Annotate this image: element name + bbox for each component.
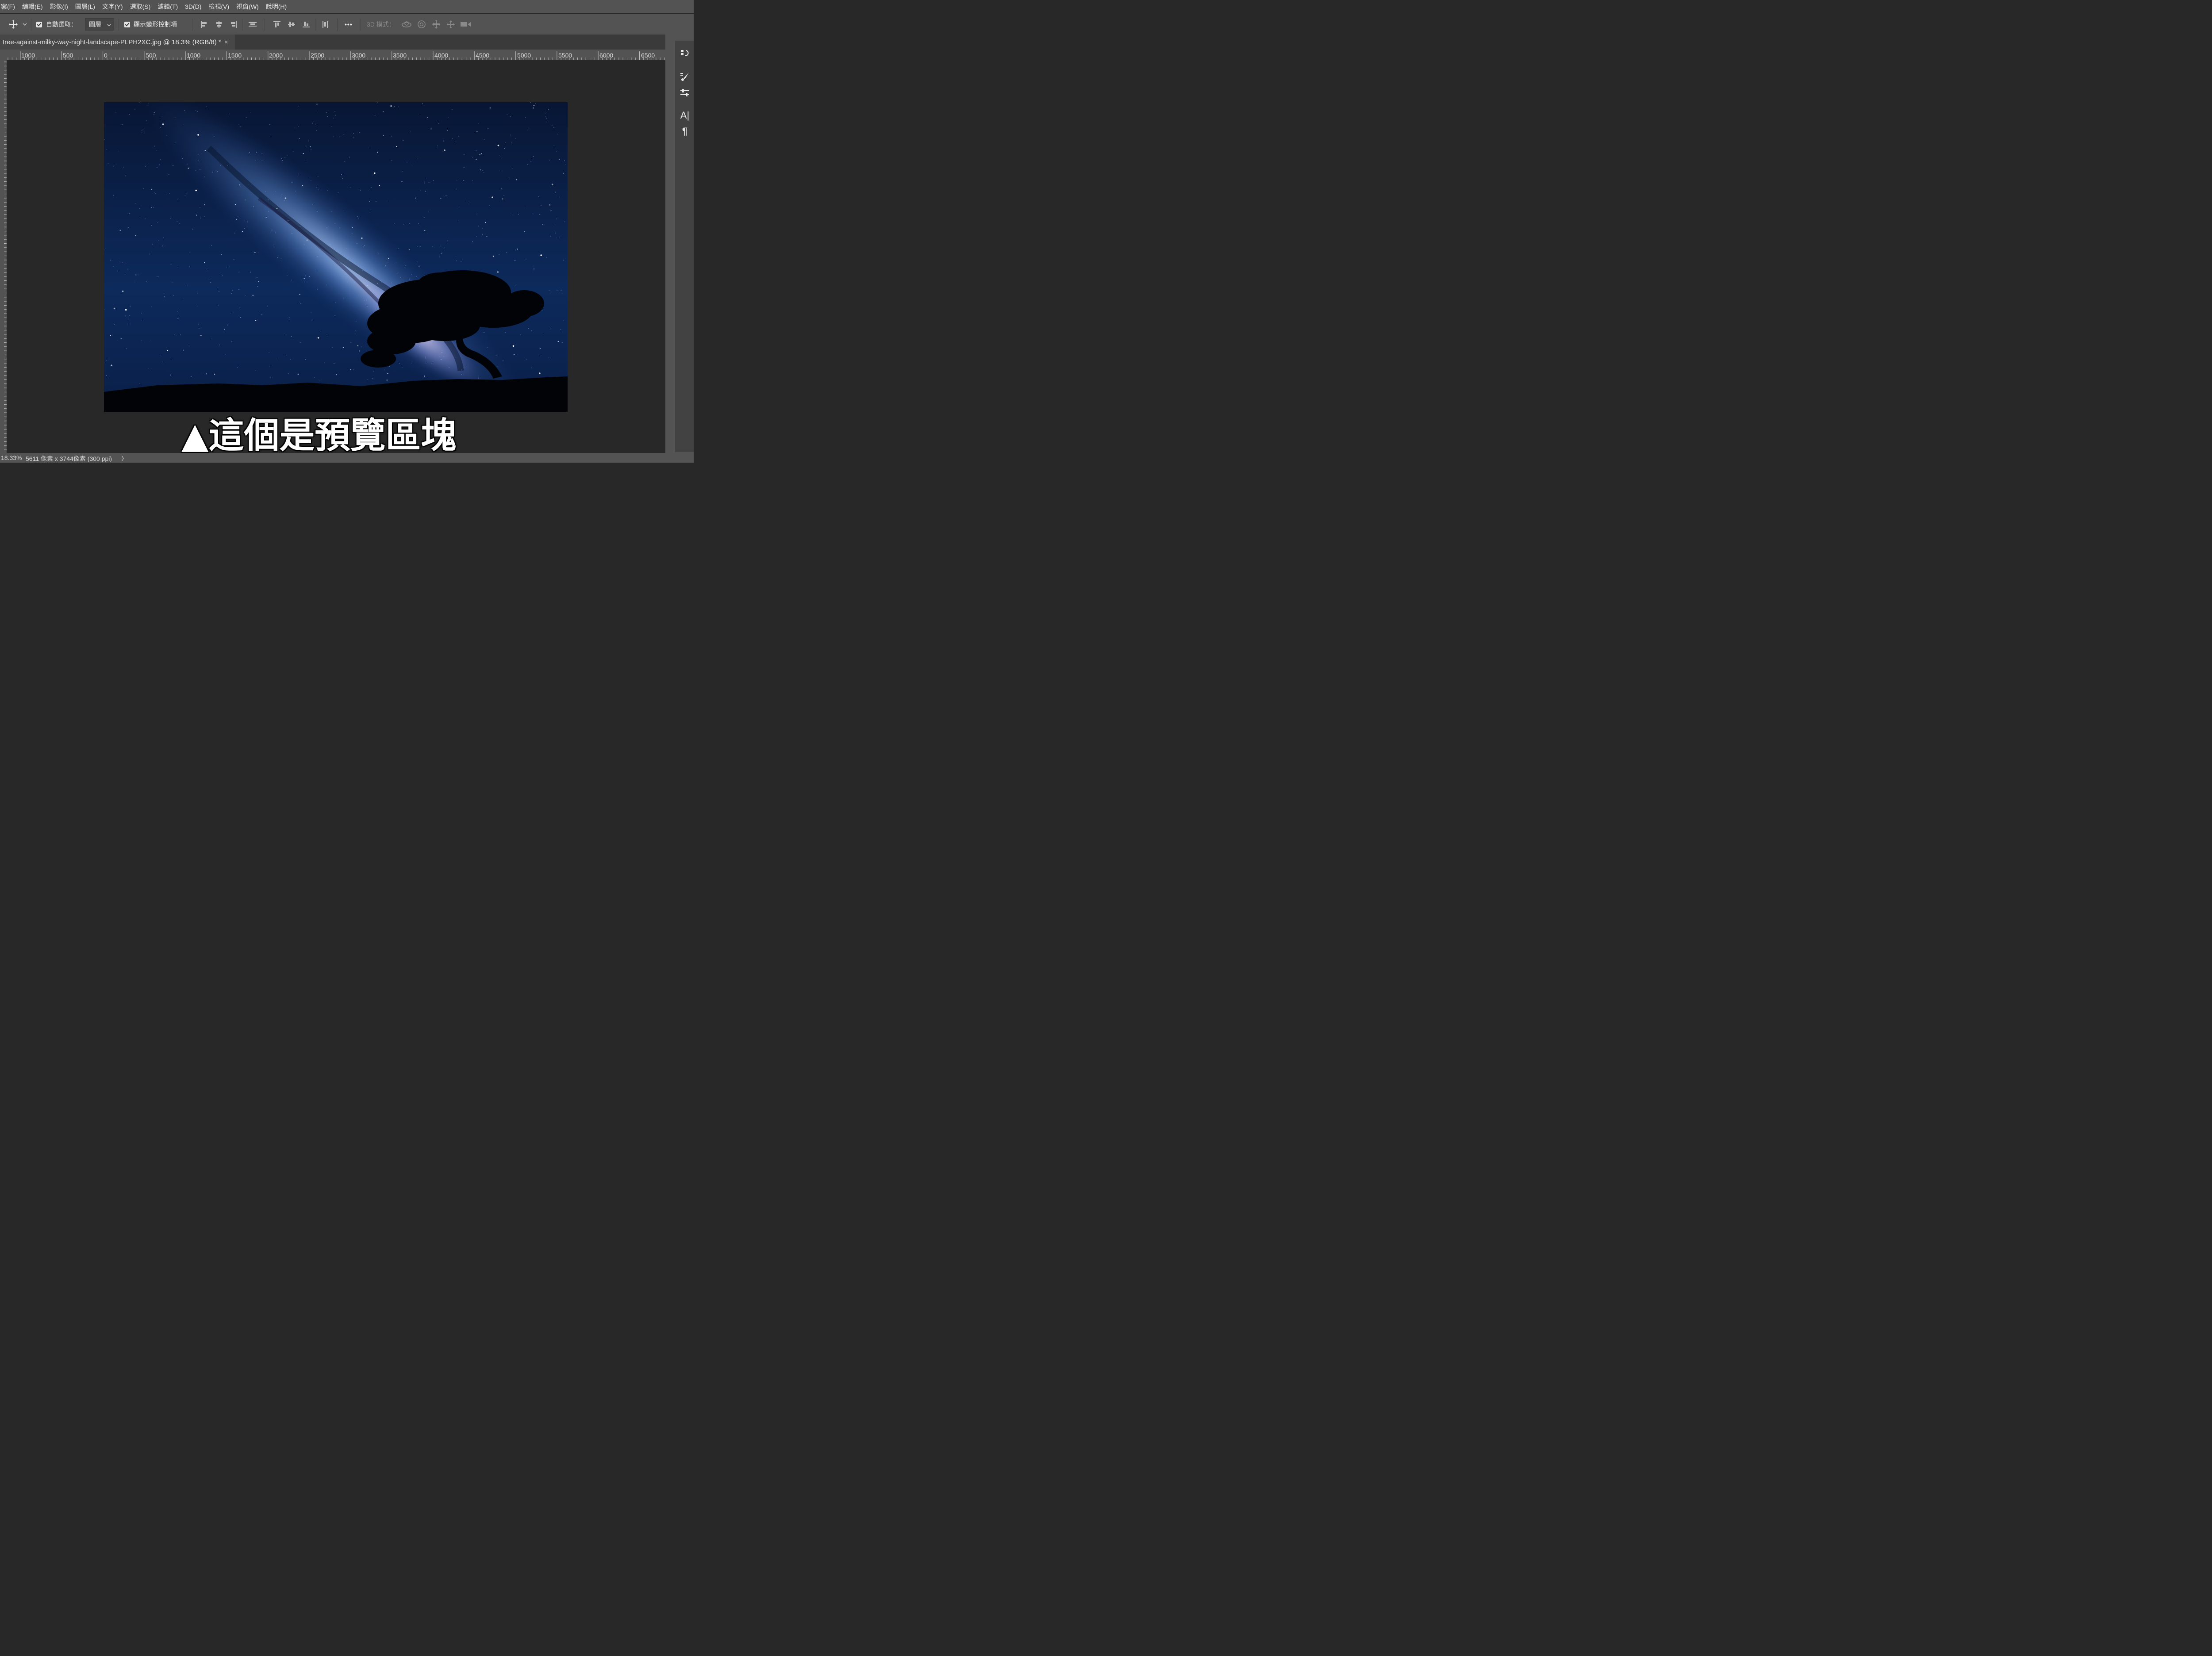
ruler-label: 6500 (641, 52, 655, 59)
show-transform-label: 顯示變形控制項 (134, 21, 177, 28)
checkbox-check-icon (36, 21, 42, 27)
menu-3d[interactable]: 3D(D) (181, 3, 205, 10)
align-bottom-edges-icon[interactable] (302, 14, 311, 34)
auto-select-checkbox[interactable] (36, 14, 42, 34)
right-panel-strip (675, 41, 694, 452)
document-info: 5611 像素 x 3744像素 (300 ppi) (26, 455, 112, 462)
milky-way-tree-image (104, 102, 568, 412)
align-vertical-centers-icon[interactable] (287, 14, 296, 34)
auto-select-label: 自動選取： (46, 21, 77, 28)
ruler-label: 1000 (21, 52, 35, 59)
document-tab-bar: tree-against-milky-way-night-landscape-P… (0, 34, 674, 50)
align-top-edges-icon[interactable] (273, 14, 281, 34)
align-left-edges-icon[interactable] (200, 14, 208, 34)
3d-camera-icon[interactable] (460, 14, 472, 34)
menu-view[interactable]: 檢視(V) (205, 2, 233, 11)
chevron-down-icon (107, 24, 111, 27)
status-menu-arrow-icon[interactable]: 〉 (121, 454, 127, 463)
ruler-label: 4000 (434, 52, 449, 59)
ruler-label: 2000 (269, 52, 283, 59)
paragraph-icon[interactable]: ¶ (677, 125, 693, 138)
ruler-label: 500 (146, 52, 156, 59)
menu-help[interactable]: 說明(H) (262, 2, 290, 11)
show-transform-checkbox[interactable] (124, 14, 130, 34)
3d-roll-icon[interactable] (417, 14, 426, 34)
ruler-label: 6000 (599, 52, 614, 59)
horizontal-ruler[interactable]: 1000 500 0 500 1000 1500 2000 2500 3000 … (0, 50, 665, 61)
more-options-button[interactable]: ••• (345, 14, 353, 34)
document-tab-title: tree-against-milky-way-night-landscape-P… (3, 38, 221, 46)
brush-settings-icon[interactable] (677, 70, 693, 83)
auto-select-target-dropdown[interactable]: 圖層 (85, 18, 114, 31)
ruler-label: 5500 (558, 52, 572, 59)
menu-edit[interactable]: 編輯(E) (19, 2, 46, 11)
ruler-label: 5000 (517, 52, 531, 59)
close-icon[interactable]: × (224, 38, 228, 46)
divider (337, 19, 338, 31)
history-icon[interactable] (677, 47, 693, 60)
zoom-level[interactable]: 18.33% (1, 454, 22, 461)
3d-mode-label: 3D 模式： (367, 21, 395, 28)
preview-image (104, 102, 568, 412)
ruler-label: 1000 (187, 52, 201, 59)
menu-filter[interactable]: 濾鏡(T) (154, 2, 181, 11)
ruler-label: 1500 (228, 52, 242, 59)
menu-select[interactable]: 選取(S) (127, 2, 154, 11)
document-tab[interactable]: tree-against-milky-way-night-landscape-P… (0, 34, 235, 50)
character-icon[interactable]: A| (677, 109, 693, 122)
menu-type[interactable]: 文字(Y) (99, 2, 127, 11)
vertical-ruler[interactable] (0, 60, 7, 453)
menu-bar: 案(F) 編輯(E) 影像(I) 圖層(L) 文字(Y) 選取(S) 濾鏡(T)… (0, 0, 694, 13)
menu-image[interactable]: 影像(I) (46, 2, 72, 11)
distribute-vertical-icon[interactable] (248, 14, 257, 34)
ruler-label: 3000 (352, 52, 366, 59)
align-right-edges-icon[interactable] (229, 14, 238, 34)
tool-preset-chevron-down-icon[interactable] (23, 14, 27, 34)
menu-file[interactable]: 案(F) (0, 2, 19, 11)
menu-layer[interactable]: 圖層(L) (72, 2, 99, 11)
3d-pan-icon[interactable] (431, 14, 441, 34)
auto-select-target-value: 圖層 (89, 21, 101, 28)
checkbox-check-icon (124, 21, 130, 27)
ruler-label: 3500 (393, 52, 407, 59)
3d-orbit-icon[interactable] (401, 14, 412, 34)
caption-overlay: ▲這個是預覽區塊 (181, 415, 457, 456)
ruler-label: 500 (63, 52, 73, 59)
3d-slide-icon[interactable] (446, 14, 456, 34)
ruler-ticks (4, 61, 7, 450)
ruler-label: 0 (104, 52, 108, 59)
move-arrows-icon[interactable] (8, 14, 19, 34)
properties-icon[interactable] (677, 86, 693, 100)
distribute-horizontal-icon[interactable] (321, 14, 330, 34)
align-horizontal-centers-icon[interactable] (215, 14, 223, 34)
status-bar: 18.33% 5611 像素 x 3744像素 (300 ppi) 〉 (0, 453, 674, 463)
menu-window[interactable]: 視窗(W) (233, 2, 262, 11)
ruler-label: 2500 (311, 52, 325, 59)
ruler-label: 4500 (476, 52, 490, 59)
